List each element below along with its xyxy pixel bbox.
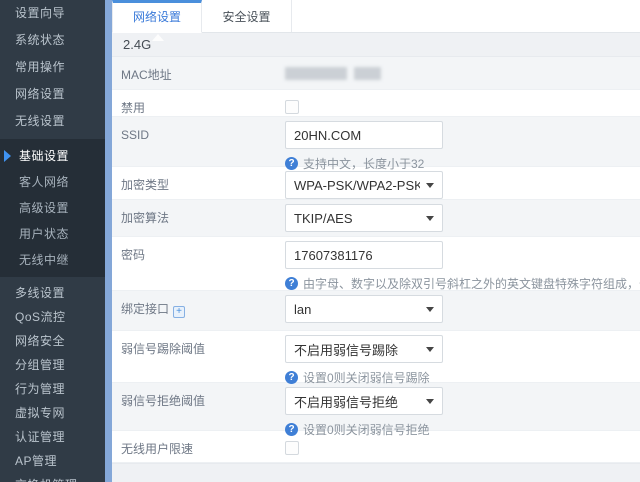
field-hint: 设置0则关闭弱信号拒绝 — [285, 421, 443, 438]
active-tab-pointer-icon — [152, 34, 164, 41]
tab-网络设置[interactable]: 网络设置 — [112, 0, 202, 33]
input-SSID[interactable] — [285, 121, 443, 149]
selected-value: 不启用弱信号拒绝 — [294, 392, 398, 411]
checkbox-无线用户限速[interactable] — [285, 441, 299, 455]
form-row-密码: 密码由字母、数字以及除双引号斜杠之外的英文键盘特殊字符组成，长度是8到63个字符 — [112, 237, 640, 291]
sidebar-item-常用操作[interactable]: 常用操作 — [0, 54, 105, 81]
field-label: 绑定接口 — [121, 295, 285, 323]
sidebar-item-网络安全[interactable]: 网络安全 — [0, 329, 105, 353]
sidebar-item-认证管理[interactable]: 认证管理 — [0, 425, 105, 449]
field-label: 加密类型 — [121, 171, 285, 199]
selected-value: TKIP/AES — [294, 211, 353, 226]
hint-text: 设置0则关闭弱信号拒绝 — [303, 421, 430, 438]
field-label: SSID — [121, 121, 285, 149]
active-item-arrow-icon — [4, 150, 11, 162]
sidebar-item-QoS流控[interactable]: QoS流控 — [0, 305, 105, 329]
form-row-绑定接口: 绑定接口 lan — [112, 291, 640, 331]
sidebar-item-多线设置[interactable]: 多线设置 — [0, 281, 105, 305]
selected-value: lan — [294, 302, 311, 317]
sidebar-item-AP管理[interactable]: AP管理 — [0, 449, 105, 473]
hint-text: 由字母、数字以及除双引号斜杠之外的英文键盘特殊字符组成，长度是8到63个字符 — [303, 275, 640, 292]
select-加密算法[interactable]: TKIP/AES — [285, 204, 443, 232]
control-column: lan — [285, 291, 443, 323]
control-column — [285, 90, 299, 114]
control-column — [285, 431, 299, 455]
field-label: 密码 — [121, 241, 285, 269]
control-column: 不启用弱信号踢除设置0则关闭弱信号踢除 — [285, 331, 443, 386]
selected-value: WPA-PSK/WPA2-PSK — [294, 178, 420, 193]
sidebar-item-分组管理[interactable]: 分组管理 — [0, 353, 105, 377]
sidebar-nav: 设置向导系统状态常用操作网络设置无线设置 基础设置客人网络高级设置用户状态无线中… — [0, 0, 105, 482]
settings-tabbar: 网络设置安全设置 — [112, 0, 640, 33]
bind-interface-icon[interactable] — [173, 306, 185, 318]
sidebar-item-网络设置[interactable]: 网络设置 — [0, 81, 105, 108]
control-column: 支持中文，长度小于32 — [285, 117, 443, 172]
control-column: 由字母、数字以及除双引号斜杠之外的英文键盘特殊字符组成，长度是8到63个字符 — [285, 237, 640, 292]
select-弱信号拒绝阈值[interactable]: 不启用弱信号拒绝 — [285, 387, 443, 415]
select-绑定接口[interactable]: lan — [285, 295, 443, 323]
dropdown-arrow-icon — [426, 216, 434, 221]
sidebar-item-无线设置[interactable]: 无线设置 — [0, 108, 105, 135]
sidebar-subitem-客人网络[interactable]: 客人网络 — [0, 169, 105, 195]
sidebar-item-交换机管理[interactable]: 交换机管理 — [0, 473, 105, 482]
sidebar-divider-strip — [105, 0, 112, 482]
sidebar-subitem-无线中继[interactable]: 无线中继 — [0, 247, 105, 273]
main-content: 网络设置安全设置 2.4G MAC地址禁用SSID支持中文，长度小于32加密类型… — [112, 0, 640, 482]
sidebar-subitem-基础设置[interactable]: 基础设置 — [0, 143, 105, 169]
sidebar-wireless-submenu: 基础设置客人网络高级设置用户状态无线中继 — [0, 139, 105, 277]
sidebar-item-行为管理[interactable]: 行为管理 — [0, 377, 105, 401]
dropdown-arrow-icon — [426, 347, 434, 352]
form-row-弱信号拒绝阈值: 弱信号拒绝阈值不启用弱信号拒绝设置0则关闭弱信号拒绝 — [112, 383, 640, 431]
control-column: 不启用弱信号拒绝设置0则关闭弱信号拒绝 — [285, 383, 443, 438]
selected-value: 不启用弱信号踢除 — [294, 340, 398, 359]
input-密码[interactable] — [285, 241, 443, 269]
section-title-2-4g: 2.4G — [112, 33, 640, 57]
sidebar-subitem-用户状态[interactable]: 用户状态 — [0, 221, 105, 247]
wireless-settings-form: MAC地址禁用SSID支持中文，长度小于32加密类型WPA-PSK/WPA2-P… — [112, 57, 640, 463]
field-label: 弱信号踢除阈值 — [121, 335, 285, 363]
next-section-strip — [112, 463, 640, 482]
sidebar-subitem-高级设置[interactable]: 高级设置 — [0, 195, 105, 221]
sidebar-item-系统状态[interactable]: 系统状态 — [0, 27, 105, 54]
field-label: 加密算法 — [121, 204, 285, 232]
checkbox-禁用[interactable] — [285, 100, 299, 114]
dropdown-arrow-icon — [426, 399, 434, 404]
select-加密类型[interactable]: WPA-PSK/WPA2-PSK — [285, 171, 443, 199]
control-column — [285, 57, 381, 80]
field-label: MAC地址 — [121, 61, 285, 89]
control-column: WPA-PSK/WPA2-PSK — [285, 167, 443, 199]
help-icon — [285, 277, 298, 290]
sidebar-top-group: 设置向导系统状态常用操作网络设置无线设置 — [0, 0, 105, 135]
sidebar-item-虚拟专网[interactable]: 虚拟专网 — [0, 401, 105, 425]
masked-mac-value — [285, 67, 381, 80]
form-row-禁用: 禁用 — [112, 90, 640, 117]
select-弱信号踢除阈值[interactable]: 不启用弱信号踢除 — [285, 335, 443, 363]
control-column: TKIP/AES — [285, 200, 443, 232]
field-label: 弱信号拒绝阈值 — [121, 387, 285, 415]
dropdown-arrow-icon — [426, 183, 434, 188]
form-row-SSID: SSID支持中文，长度小于32 — [112, 117, 640, 167]
dropdown-arrow-icon — [426, 307, 434, 312]
form-row-弱信号踢除阈值: 弱信号踢除阈值不启用弱信号踢除设置0则关闭弱信号踢除 — [112, 331, 640, 383]
form-row-加密算法: 加密算法 TKIP/AES — [112, 200, 640, 237]
sidebar-item-设置向导[interactable]: 设置向导 — [0, 0, 105, 27]
tab-安全设置[interactable]: 安全设置 — [202, 0, 292, 32]
field-label: 无线用户限速 — [121, 435, 285, 463]
field-hint: 由字母、数字以及除双引号斜杠之外的英文键盘特殊字符组成，长度是8到63个字符 — [285, 275, 640, 292]
form-row-MAC地址: MAC地址 — [112, 57, 640, 90]
sidebar-bottom-group: 多线设置QoS流控网络安全分组管理行为管理虚拟专网认证管理AP管理交换机管理 — [0, 281, 105, 482]
form-row-加密类型: 加密类型 WPA-PSK/WPA2-PSK — [112, 167, 640, 200]
field-label: 禁用 — [121, 94, 285, 122]
